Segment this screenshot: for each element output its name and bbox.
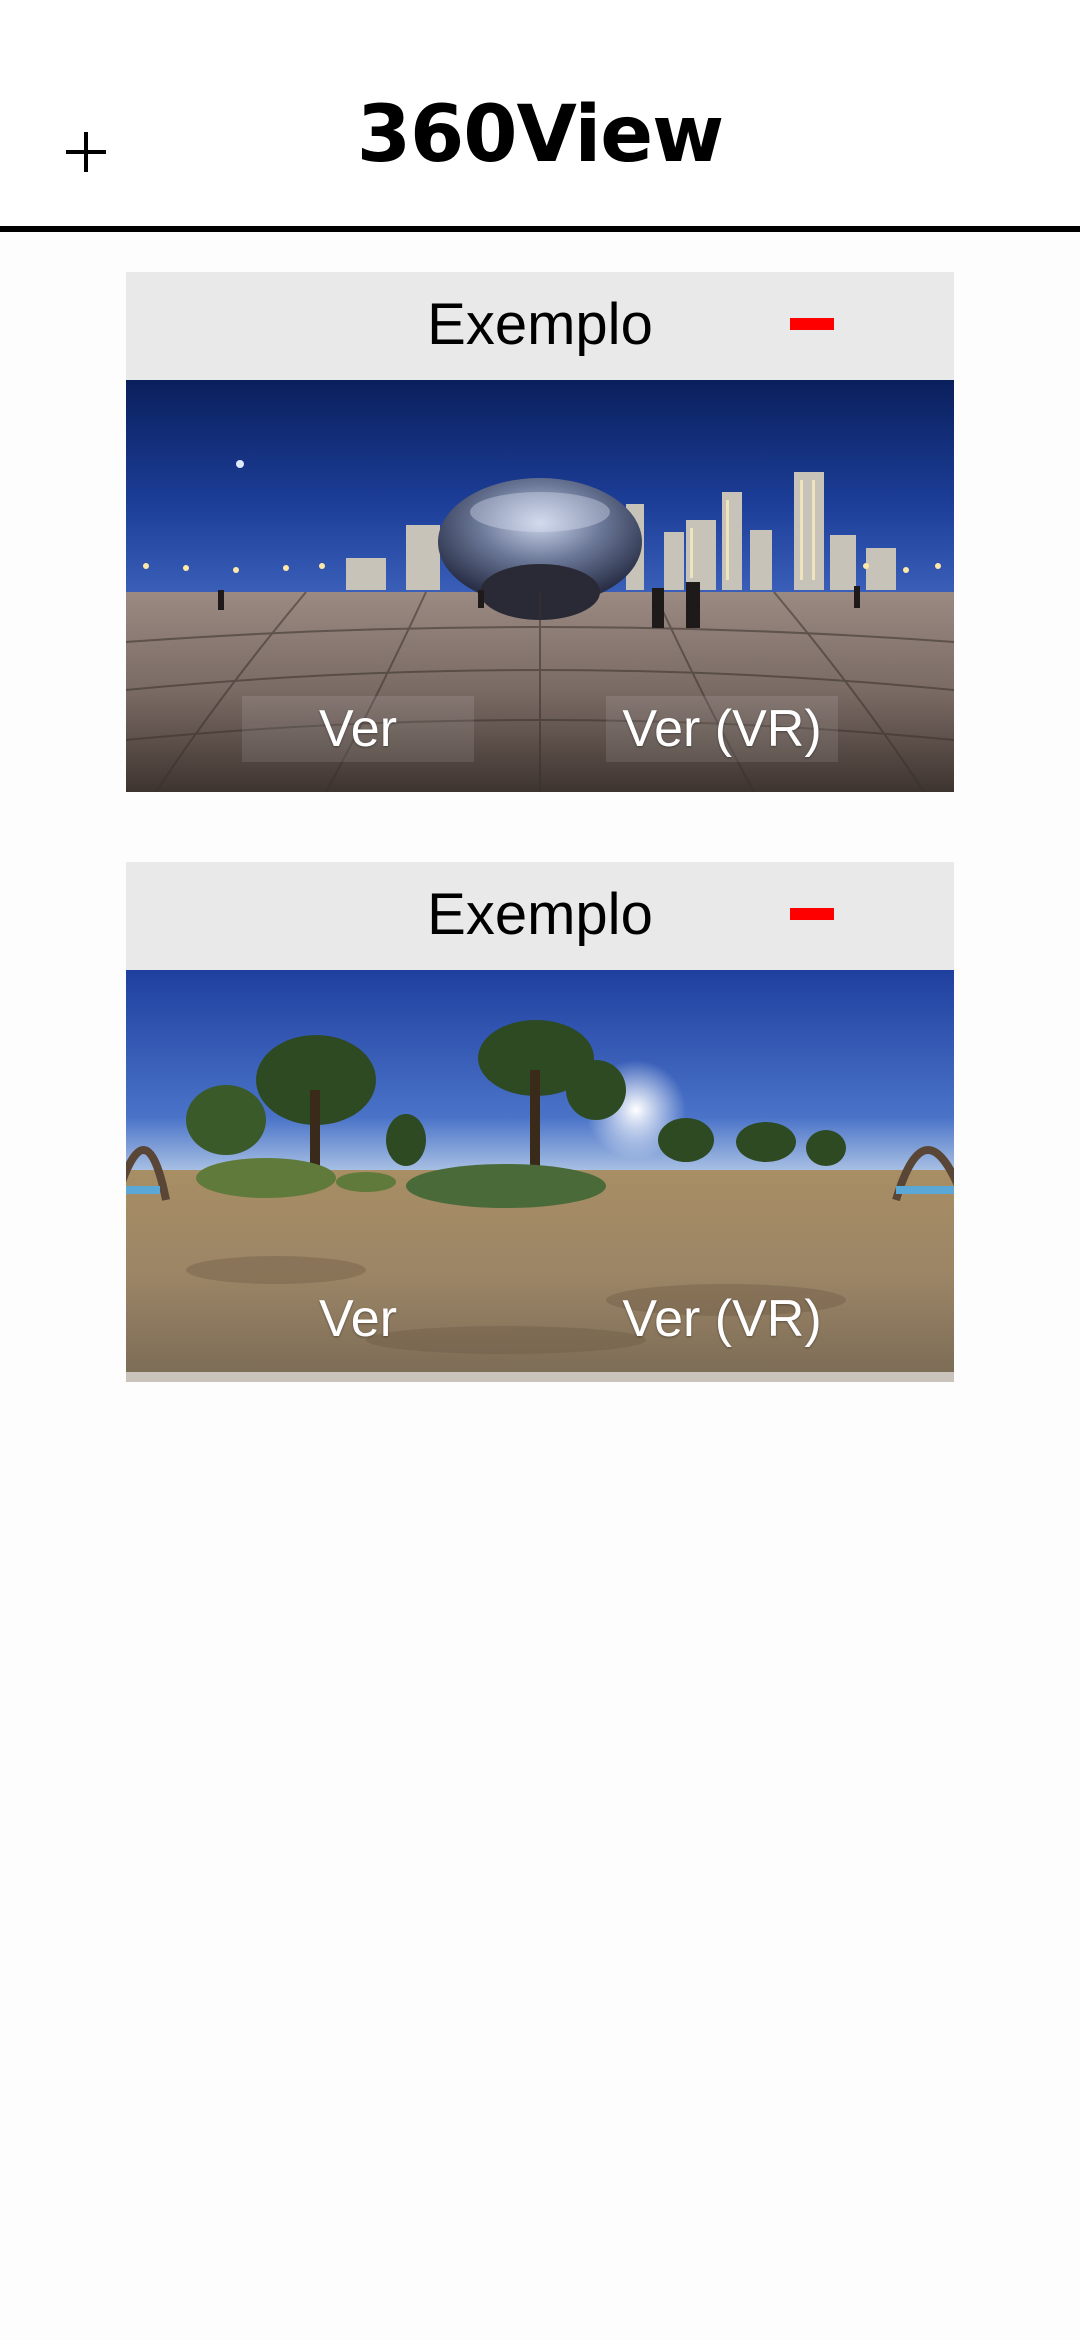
view-vr-button[interactable]: Ver (VR) xyxy=(606,696,838,762)
panorama-card-header: Exemplo xyxy=(126,862,954,970)
panorama-thumbnail[interactable]: Ver Ver (VR) xyxy=(126,970,954,1382)
remove-panorama-button[interactable] xyxy=(782,304,842,344)
view-button[interactable]: Ver xyxy=(242,696,474,762)
panorama-thumbnail[interactable]: Ver Ver (VR) xyxy=(126,380,954,792)
app-header: 360View xyxy=(0,0,1080,232)
panorama-card: Exemplo Ver Ver (VR) xyxy=(126,862,954,1382)
view-button[interactable]: Ver xyxy=(242,1286,474,1352)
panorama-card-header: Exemplo xyxy=(126,272,954,380)
remove-panorama-button[interactable] xyxy=(782,894,842,934)
panorama-card: Exemplo Ver Ver (VR) xyxy=(126,272,954,792)
app-title: 360View xyxy=(356,90,725,180)
view-vr-button[interactable]: Ver (VR) xyxy=(606,1286,838,1352)
